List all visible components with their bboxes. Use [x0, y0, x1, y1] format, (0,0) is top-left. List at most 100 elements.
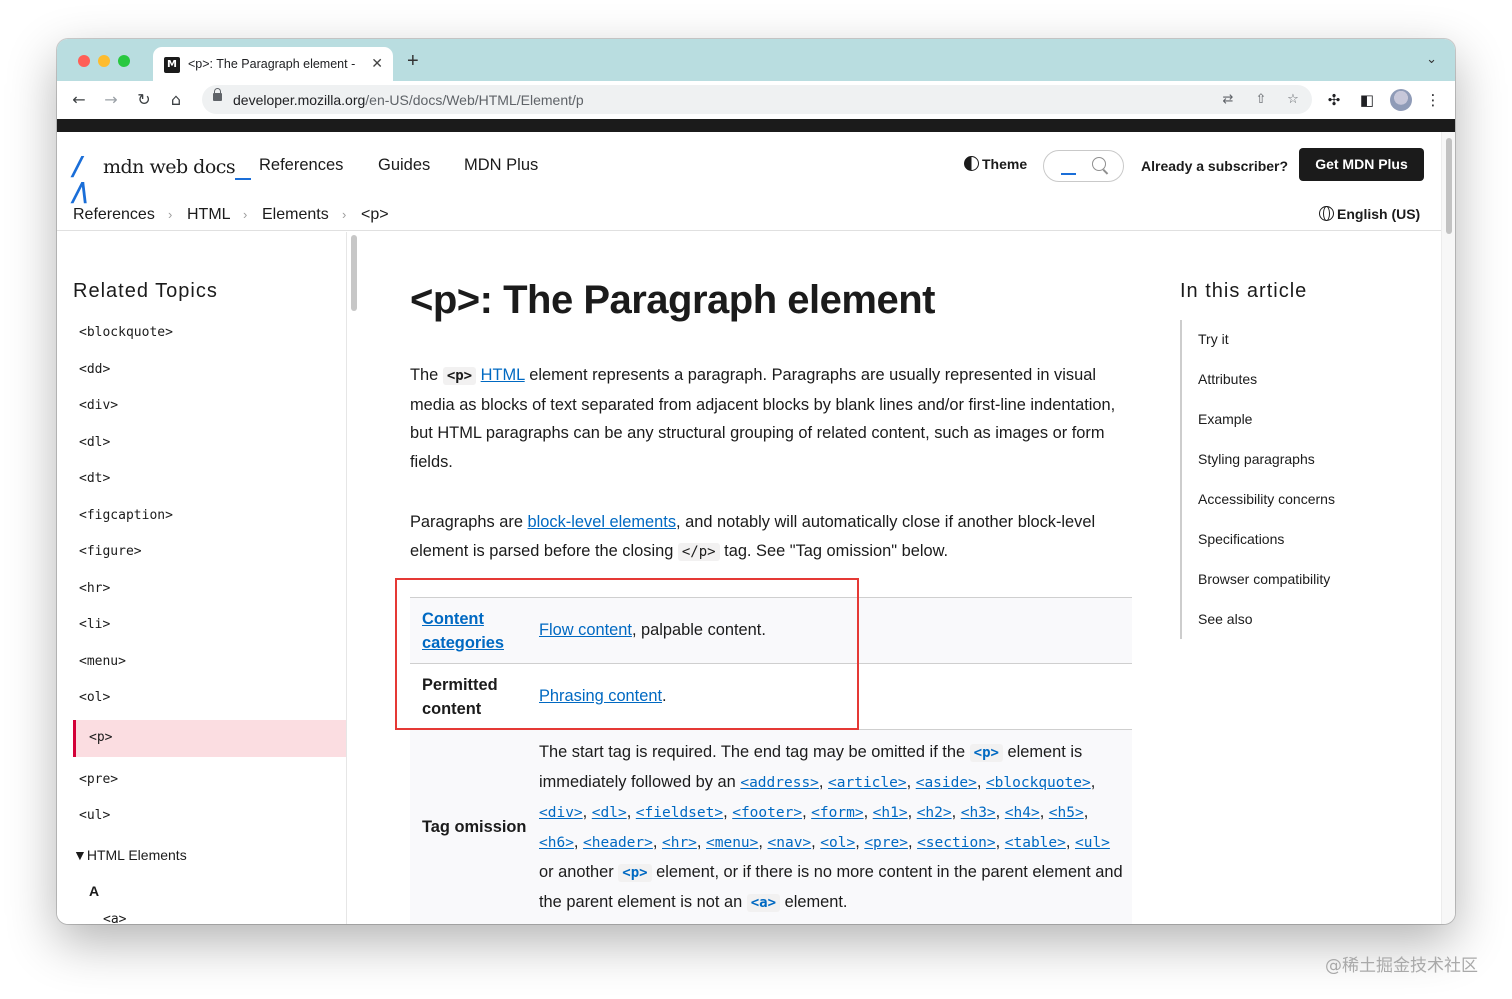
sidebar-group-html-elements[interactable]: ▼HTML Elements — [73, 847, 187, 863]
toc-item-see-also[interactable]: See also — [1198, 611, 1252, 627]
intro-paragraph: The <p> HTML element represents a paragr… — [410, 366, 1116, 471]
search-input[interactable] — [1043, 150, 1124, 182]
sidebar-item-div[interactable]: <div> — [79, 398, 118, 413]
tab-title: <p>: The Paragraph element - — [188, 57, 356, 71]
nav-references[interactable]: References — [259, 156, 343, 175]
sidebar-item-pre[interactable]: <pre> — [79, 772, 118, 787]
address-bar[interactable]: developer.mozilla.org/en-US/docs/Web/HTM… — [202, 85, 1312, 114]
element-link[interactable]: <hr> — [662, 835, 697, 851]
element-link[interactable]: <nav> — [768, 835, 812, 851]
tab-search-chevron-icon[interactable]: ⌄ — [1426, 51, 1437, 67]
forward-arrow-icon[interactable]: → — [99, 88, 123, 112]
tab-strip: M <p>: The Paragraph element - ✕ + ⌄ — [57, 39, 1455, 81]
nav-guides[interactable]: Guides — [378, 156, 430, 175]
search-icon[interactable] — [1092, 157, 1106, 171]
sidebar-item-ul[interactable]: <ul> — [79, 808, 110, 823]
element-link[interactable]: <section> — [917, 835, 996, 851]
sidebar-item-li[interactable]: <li> — [79, 617, 110, 632]
zoom-window-button[interactable] — [118, 55, 130, 67]
element-link[interactable]: <header> — [583, 835, 653, 851]
sidebar-item-dt[interactable]: <dt> — [79, 471, 110, 486]
sidebar-item-dd[interactable]: <dd> — [79, 362, 110, 377]
toc-item-specifications[interactable]: Specifications — [1198, 531, 1284, 547]
element-link[interactable]: <h6> — [539, 835, 574, 851]
bookmark-star-icon[interactable]: ☆ — [1282, 89, 1304, 111]
inline-code-p: <p> — [442, 367, 477, 385]
element-link[interactable]: <address> — [740, 775, 819, 791]
breadcrumb-elements[interactable]: Elements — [262, 206, 329, 224]
new-tab-button[interactable]: + — [407, 51, 419, 71]
element-link[interactable]: <ol> — [820, 835, 855, 851]
sidebar-scrollbar[interactable] — [351, 235, 357, 311]
breadcrumb-html[interactable]: HTML — [187, 206, 231, 224]
element-link[interactable]: <div> — [539, 805, 583, 821]
language-switcher[interactable]: English (US) — [1319, 206, 1420, 222]
breadcrumb-references[interactable]: References — [73, 206, 155, 224]
toc-item-browser-compatibility[interactable]: Browser compatibility — [1198, 571, 1330, 587]
element-link[interactable]: <fieldset> — [636, 805, 723, 821]
breadcrumb-current[interactable]: <p> — [361, 206, 389, 224]
sidebar-item-figure[interactable]: <figure> — [79, 544, 142, 559]
breadcrumb-chevron-icon: › — [168, 207, 173, 222]
close-window-button[interactable] — [78, 55, 90, 67]
element-link[interactable]: <h3> — [961, 805, 996, 821]
get-mdn-plus-button[interactable]: Get MDN Plus — [1299, 148, 1424, 181]
element-link[interactable]: <form> — [811, 805, 863, 821]
theme-button[interactable]: Theme — [964, 156, 1027, 172]
element-link[interactable]: <dl> — [592, 805, 627, 821]
sidebar-group-label: HTML Elements — [86, 847, 187, 863]
subscriber-login-link[interactable]: Already a subscriber? — [1141, 158, 1288, 174]
sidebar-item-label: <p> — [89, 730, 113, 745]
sidebar-item-dl[interactable]: <dl> — [79, 435, 110, 450]
share-icon[interactable]: ⇧ — [1250, 89, 1272, 111]
element-link[interactable]: <menu> — [706, 835, 758, 851]
element-link[interactable]: <table> — [1005, 835, 1066, 851]
reload-icon[interactable]: ↻ — [132, 88, 156, 112]
close-tab-icon[interactable]: ✕ — [371, 55, 383, 72]
url-text[interactable]: developer.mozilla.org/en-US/docs/Web/HTM… — [233, 92, 584, 108]
sidebar-item-blockquote[interactable]: <blockquote> — [79, 325, 173, 340]
sidebar-item-figcaption[interactable]: <figcaption> — [79, 508, 173, 523]
element-link[interactable]: <pre> — [864, 835, 908, 851]
table-cell-tag-omission: The start tag is required. The end tag m… — [539, 743, 1123, 912]
element-link[interactable]: <h2> — [917, 805, 952, 821]
html-link[interactable]: HTML — [481, 366, 525, 384]
browser-menu-icon[interactable]: ⋮ — [1421, 88, 1445, 112]
translate-icon[interactable]: ⇄ — [1217, 89, 1239, 111]
home-icon[interactable]: ⌂ — [164, 88, 188, 112]
element-link[interactable]: <article> — [828, 775, 907, 791]
sidebar-item-p-active[interactable]: <p> — [73, 720, 346, 757]
extensions-puzzle-icon[interactable]: ✣ — [1322, 88, 1346, 112]
page-scrollbar[interactable] — [1441, 132, 1455, 924]
profile-avatar[interactable] — [1390, 89, 1412, 111]
lock-icon[interactable] — [213, 88, 222, 101]
toc-item-accessibility-concerns[interactable]: Accessibility concerns — [1198, 491, 1335, 507]
browser-tab[interactable]: M <p>: The Paragraph element - ✕ — [153, 47, 393, 81]
page-scroll-thumb[interactable] — [1446, 138, 1452, 234]
nav-mdn-plus[interactable]: MDN Plus — [464, 156, 538, 175]
theme-contrast-icon — [964, 156, 979, 171]
element-link[interactable]: <footer> — [732, 805, 802, 821]
sidebar-item-menu[interactable]: <menu> — [79, 654, 126, 669]
toc-item-attributes[interactable]: Attributes — [1198, 371, 1257, 387]
language-label: English (US) — [1337, 206, 1421, 222]
sidebar-item-ol[interactable]: <ol> — [79, 690, 110, 705]
back-arrow-icon[interactable]: ← — [67, 88, 91, 112]
element-link[interactable]: <aside> — [916, 775, 977, 791]
breadcrumb-chevron-icon: › — [243, 207, 248, 222]
block-level-elements-link[interactable]: block-level elements — [528, 513, 677, 531]
element-link[interactable]: <h5> — [1049, 805, 1084, 821]
toc-item-try-it[interactable]: Try it — [1198, 331, 1229, 347]
element-link[interactable]: <h4> — [1005, 805, 1040, 821]
element-link[interactable]: <ul> — [1075, 835, 1110, 851]
element-link[interactable]: <h1> — [873, 805, 908, 821]
side-panel-icon[interactable]: ◧ — [1355, 88, 1379, 112]
minimize-window-button[interactable] — [98, 55, 110, 67]
sidebar: Related Topics <blockquote> <dd> <div> <… — [57, 232, 347, 924]
sidebar-item-hr[interactable]: <hr> — [79, 581, 110, 596]
sidebar-item-a[interactable]: <a> — [103, 912, 126, 924]
toc-item-example[interactable]: Example — [1198, 411, 1252, 427]
element-link[interactable]: <blockquote> — [986, 775, 1091, 791]
breadcrumb: References › HTML › Elements › <p> Engli… — [57, 197, 1441, 231]
toc-item-styling-paragraphs[interactable]: Styling paragraphs — [1198, 451, 1315, 467]
